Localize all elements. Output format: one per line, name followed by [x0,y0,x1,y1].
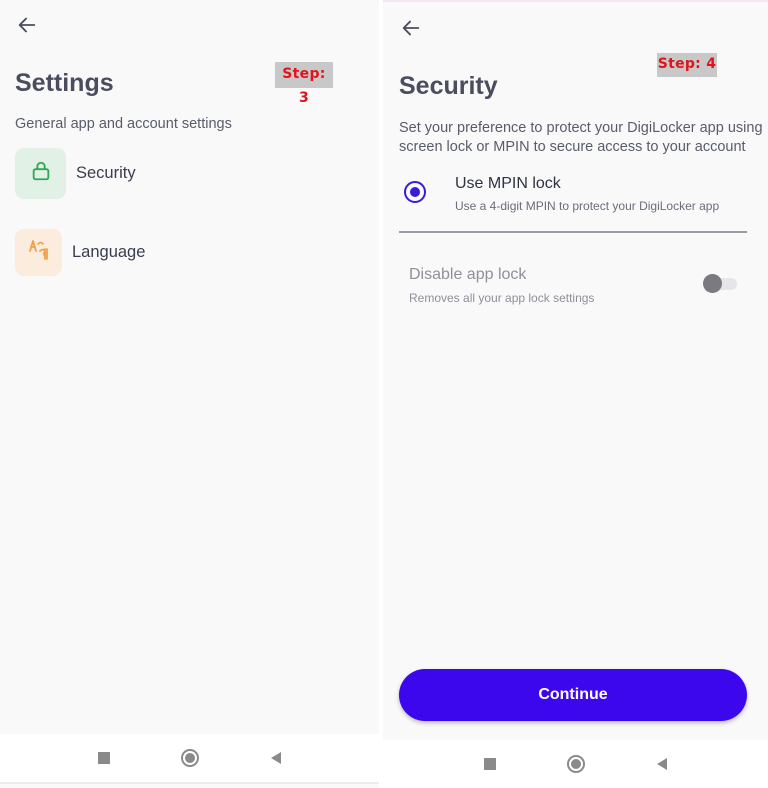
back-icon[interactable] [650,752,674,776]
security-screen: Step: 4 Security Set your preference to … [383,0,768,788]
toggle-thumb [703,274,722,293]
page-title: Security [399,72,498,100]
settings-item-label: Language [72,243,146,261]
disable-lock-toggle[interactable] [703,274,737,293]
page-title: Settings [15,69,114,97]
mpin-option-desc: Use a 4-digit MPIN to protect your DigiL… [455,199,720,213]
settings-item-security[interactable]: Security [15,148,136,199]
recents-icon[interactable] [92,746,116,770]
language-icon [27,238,51,267]
continue-button[interactable]: Continue [399,669,747,721]
settings-screen: Step: 3 Settings General app and account… [0,0,379,788]
back-icon[interactable] [264,746,288,770]
page-subtitle-line-1: Set your preference to protect your Digi… [399,120,763,136]
language-icon-tile [15,229,62,276]
mpin-option-title[interactable]: Use MPIN lock [455,175,561,193]
back-arrow-icon[interactable] [400,17,424,41]
settings-item-language[interactable]: Language [15,229,145,276]
section-divider [399,231,747,233]
settings-item-label: Security [76,164,136,182]
lock-icon [30,160,52,187]
disable-lock-desc: Removes all your app lock settings [409,291,595,305]
home-icon[interactable] [178,746,202,770]
page-subtitle: General app and account settings [15,116,232,132]
radio-selected-dot [410,187,420,197]
home-icon[interactable] [564,752,588,776]
page-subtitle-line-2: screen lock or MPIN to secure access to … [399,139,746,155]
security-icon-tile [15,148,66,199]
android-nav-bar [383,740,768,788]
recents-icon[interactable] [478,752,502,776]
mpin-radio[interactable] [404,181,426,203]
back-arrow-icon[interactable] [16,14,40,38]
step-badge: Step: 4 [657,53,717,77]
android-nav-bar [0,734,379,784]
disable-lock-title: Disable app lock [409,266,527,283]
step-badge: Step: 3 [275,62,333,106]
